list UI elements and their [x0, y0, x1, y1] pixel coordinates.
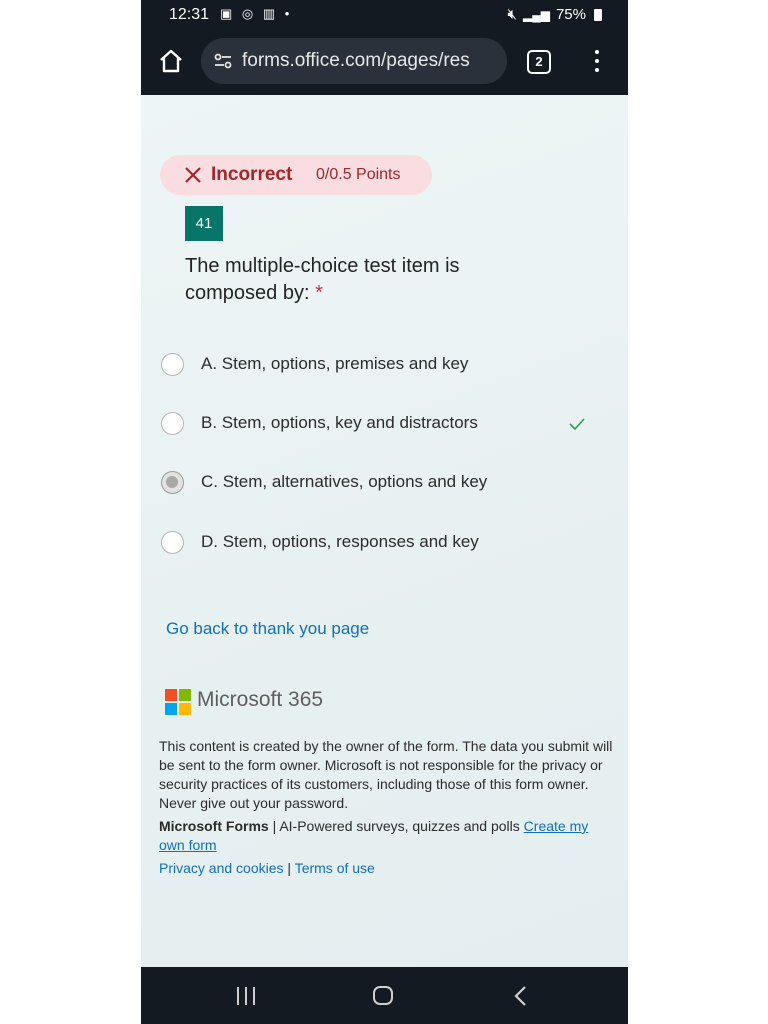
url-text: forms.office.com/pages/res: [242, 50, 470, 71]
link-separator: |: [283, 860, 295, 876]
status-bar: 12:31 ▣ ◎ ▥ • 🔇︎ ▂▄▆ 75%: [141, 0, 628, 30]
microsoft-logo-icon: [165, 689, 191, 715]
status-right: 🔇︎ ▂▄▆ 75%: [508, 6, 602, 23]
option-label: D. Stem, options, responses and key: [201, 532, 479, 551]
terms-link[interactable]: Terms of use: [295, 860, 375, 876]
disclaimer-text: This content is created by the owner of …: [159, 738, 613, 811]
signal-icon: ▂▄▆: [523, 7, 550, 22]
overflow-menu-icon[interactable]: [593, 50, 601, 74]
back-to-thank-you-link[interactable]: Go back to thank you page: [166, 619, 369, 639]
forms-promo: Microsoft Forms | AI-Powered surveys, qu…: [159, 817, 615, 855]
brand-name: Microsoft 365: [197, 688, 324, 711]
legal-links: Privacy and cookies | Terms of use: [159, 860, 375, 876]
radio-button[interactable]: [161, 531, 184, 554]
option-a[interactable]: A. Stem, options, premises and key: [161, 351, 601, 381]
mute-icon: 🔇︎: [507, 6, 517, 23]
browser-toolbar: forms.office.com/pages/res 2: [141, 30, 628, 95]
radio-button[interactable]: [161, 412, 184, 435]
home-nav-icon[interactable]: [373, 986, 393, 1005]
option-label: C. Stem, alternatives, options and key: [201, 472, 488, 491]
tab-switcher-button[interactable]: 2: [527, 50, 551, 74]
result-badge: Incorrect 0/0.5 Points: [160, 155, 432, 195]
notification-icons: ▣ ◎ ▥ •: [220, 6, 293, 21]
option-d[interactable]: D. Stem, options, responses and key: [161, 529, 601, 559]
option-label: A. Stem, options, premises and key: [201, 354, 469, 373]
correct-check-icon: [569, 418, 585, 431]
result-status: Incorrect: [211, 164, 293, 185]
option-c[interactable]: C. Stem, alternatives, options and key: [161, 469, 601, 499]
incorrect-icon: [185, 167, 201, 183]
radio-button[interactable]: [161, 353, 184, 376]
system-nav-bar: [141, 967, 628, 1024]
form-content: Incorrect 0/0.5 Points 41 The multiple-c…: [141, 95, 628, 967]
required-mark: *: [315, 282, 323, 304]
recents-icon[interactable]: [237, 987, 257, 1005]
option-label: B. Stem, options, key and distractors: [201, 413, 478, 432]
forms-tagline: | AI-Powered surveys, quizzes and polls: [268, 818, 524, 834]
address-bar[interactable]: forms.office.com/pages/res: [201, 38, 507, 84]
back-icon[interactable]: [513, 985, 527, 1007]
privacy-link[interactable]: Privacy and cookies: [159, 860, 284, 876]
status-time: 12:31: [169, 6, 210, 23]
battery-level: 75%: [555, 6, 586, 23]
radio-button-selected[interactable]: [161, 471, 184, 494]
forms-name: Microsoft Forms: [159, 818, 269, 834]
phone-screen: 12:31 ▣ ◎ ▥ • 🔇︎ ▂▄▆ 75% forms.office.co…: [141, 0, 628, 1024]
question-text: The multiple-choice test item is compose…: [185, 253, 525, 307]
battery-icon: [594, 8, 602, 21]
site-settings-icon[interactable]: [213, 51, 233, 71]
option-b[interactable]: B. Stem, options, key and distractors: [161, 410, 601, 440]
question-number: 41: [185, 206, 223, 241]
home-icon[interactable]: [158, 48, 184, 74]
points-score: 0/0.5 Points: [316, 166, 401, 183]
